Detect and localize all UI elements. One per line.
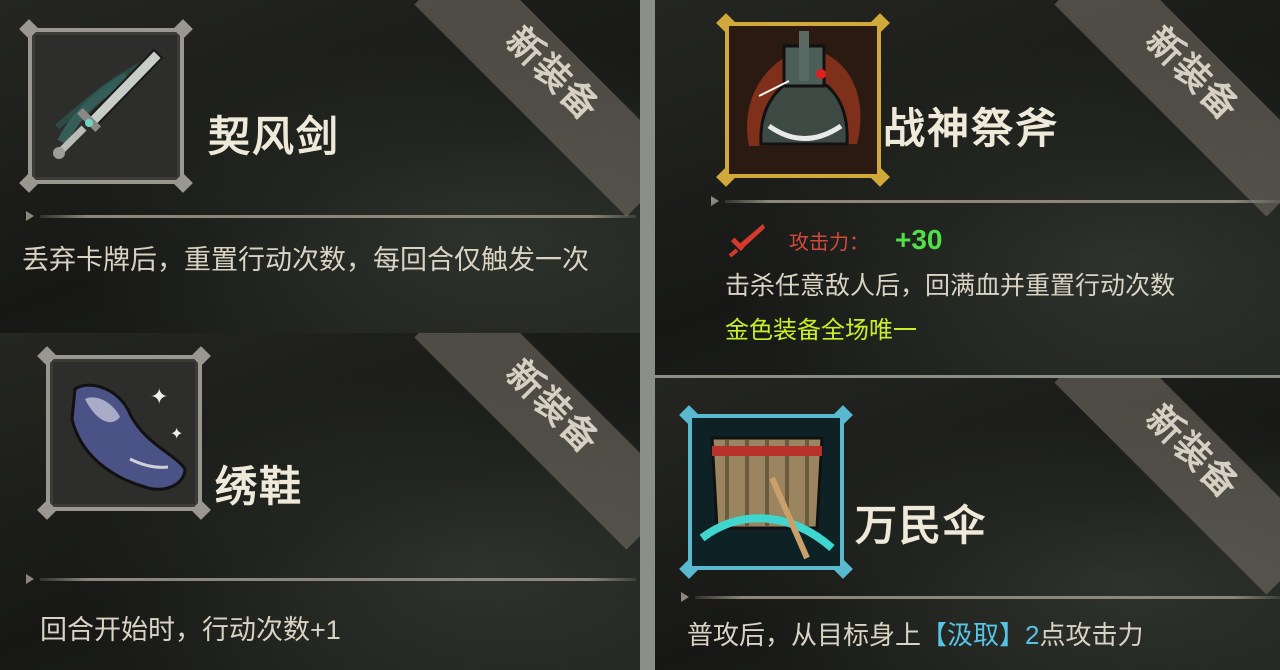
item-description: 丢弃卡牌后，重置行动次数，每回合仅触发一次	[22, 245, 589, 275]
new-item-badge: 新装备	[1137, 396, 1249, 508]
divider	[711, 196, 1280, 206]
attack-stat-row: 攻击力： +30	[727, 222, 943, 258]
attack-value: +30	[895, 224, 943, 255]
new-item-badge: 新装备	[497, 18, 609, 130]
divider	[681, 592, 1280, 602]
attack-label: 攻击力：	[789, 231, 869, 254]
svg-text:✦: ✦	[150, 384, 168, 409]
embroidered-shoe-icon: ✦ ✦	[70, 383, 187, 491]
item-description: 回合开始时，行动次数+1	[40, 615, 341, 645]
panel-separator	[640, 0, 655, 670]
item-name: 战神祭斧	[883, 104, 1060, 153]
equipment-card-war-god-axe[interactable]: 新装备 战神祭斧 攻击力： +30 击杀任意敌人后，回满血并重置行动次数 金色装…	[655, 0, 1280, 375]
description-text: 普攻后，从目标身上	[687, 620, 922, 650]
equipment-card-embroidered-shoe[interactable]: 新装备 ✦ ✦ 绣鞋 回合开始时，行动次数+1	[0, 333, 640, 670]
description-text-end: 点攻击力	[1039, 620, 1144, 650]
drain-keyword[interactable]: 【汲取】	[921, 620, 1025, 650]
item-name: 契风剑	[208, 112, 341, 161]
divider	[26, 574, 636, 584]
item-name: 绣鞋	[215, 462, 304, 511]
new-item-badge: 新装备	[1137, 18, 1249, 130]
new-item-badge: 新装备	[497, 351, 609, 463]
gold-unique-note: 金色装备全场唯一	[725, 317, 917, 344]
item-icon-frame: ✦ ✦	[37, 346, 211, 520]
red-sword-icon	[728, 224, 765, 258]
item-icon-frame	[716, 13, 890, 187]
item-icon-frame	[19, 19, 193, 193]
divider	[26, 211, 636, 221]
item-name: 万民伞	[855, 501, 988, 550]
equipment-card-wanmin-umbrella[interactable]: 新装备 万民伞 普攻后，从目标身上【汲取】2点攻击力	[655, 378, 1280, 670]
umbrella-icon	[692, 418, 840, 566]
sword-icon	[53, 48, 164, 159]
equipment-card-qifeng-sword[interactable]: 新装备 契风剑 丢弃卡牌后，重置行动次数，每回合仅触发一次	[0, 0, 640, 333]
svg-text:✦: ✦	[170, 426, 183, 443]
drain-amount: 2	[1025, 620, 1040, 650]
item-icon-frame	[679, 405, 853, 579]
item-description: 击杀任意敌人后，回满血并重置行动次数	[725, 272, 1176, 300]
battle-axe-icon	[729, 26, 877, 174]
item-description: 普攻后，从目标身上【汲取】2点攻击力	[687, 615, 1277, 655]
